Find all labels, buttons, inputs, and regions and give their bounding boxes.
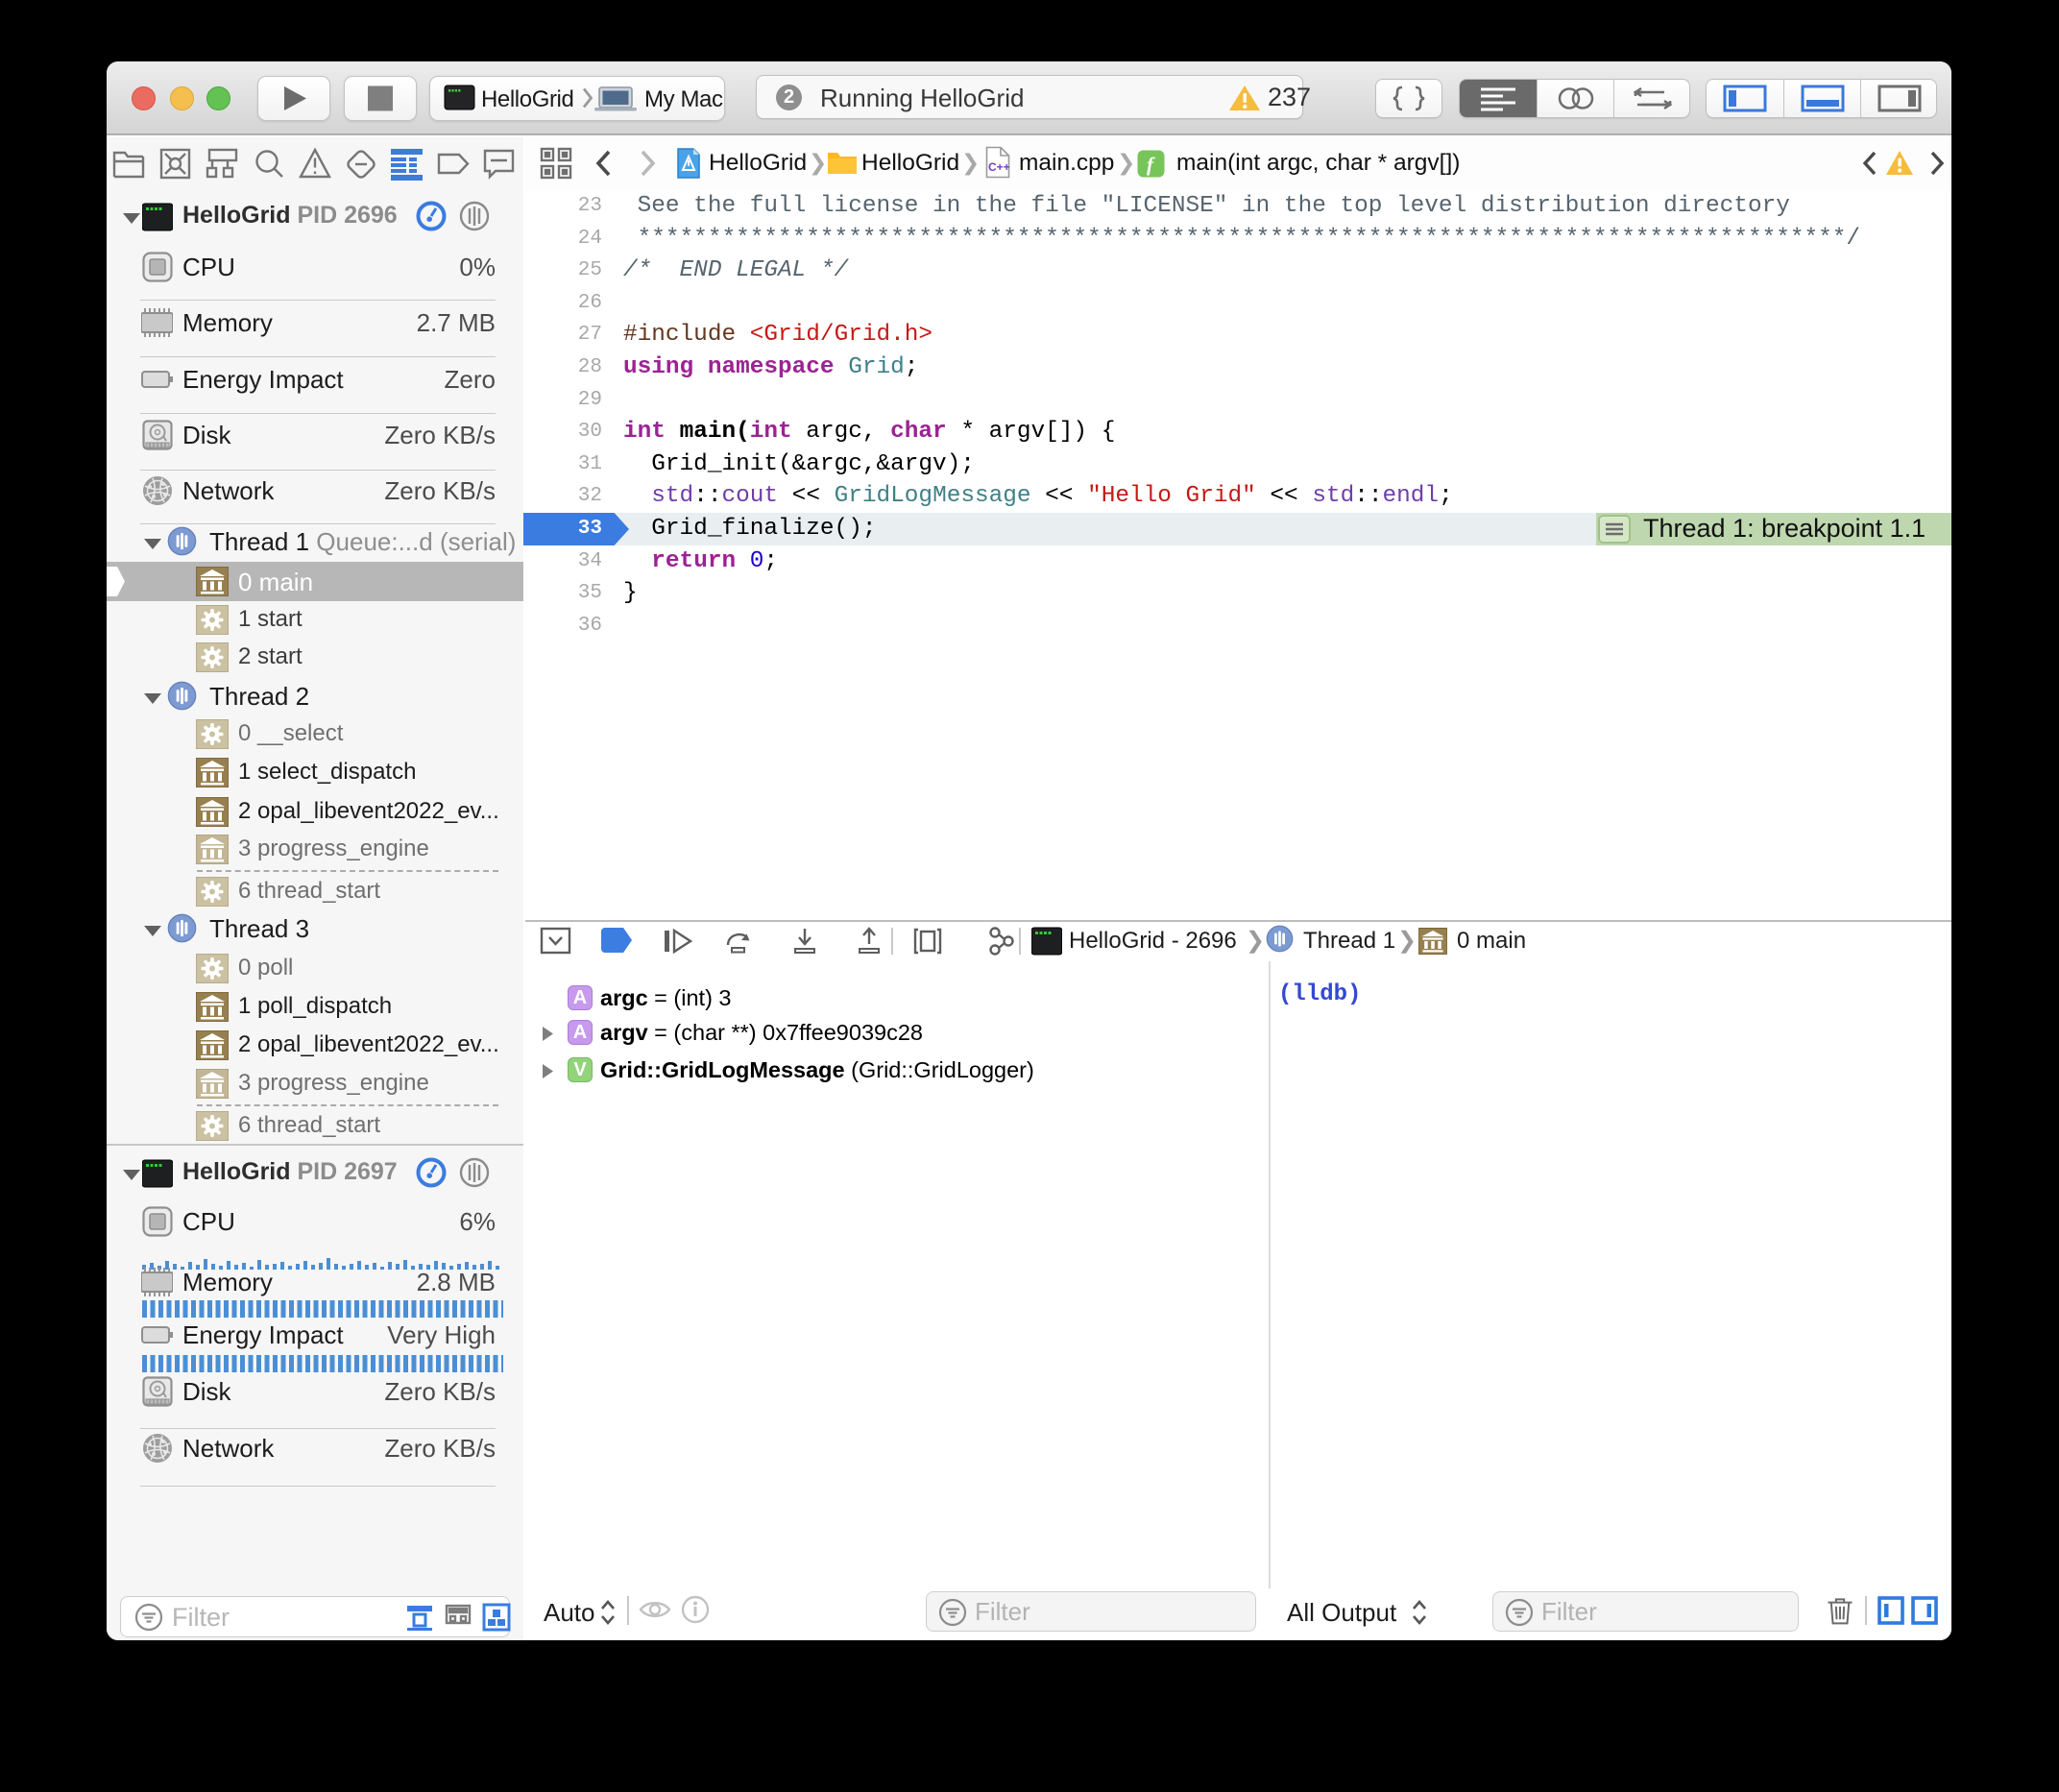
svg-text:C++: C++ [988,160,1010,174]
svg-text:HelloGrid: HelloGrid [481,86,573,112]
svg-text:My Mac: My Mac [644,86,723,112]
